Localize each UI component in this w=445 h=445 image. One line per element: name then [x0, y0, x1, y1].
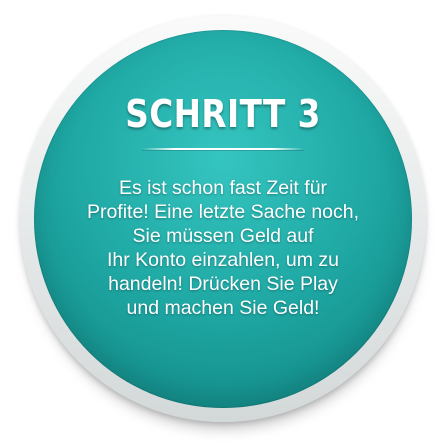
- step-badge-stage: SCHRITT 3 Es ist schon fast Zeit für Pro…: [0, 0, 445, 445]
- description-line-3: Sie müssen Geld auf: [132, 225, 314, 247]
- title-divider: [142, 148, 304, 150]
- step-description: Es ist schon fast Zeit für Profite! Eine…: [52, 176, 394, 320]
- description-line-2: Profite! Eine letzte Sache noch,: [86, 201, 360, 223]
- description-line-6: und machen Sie Geld!: [126, 297, 320, 319]
- step-title: SCHRITT 3: [125, 92, 321, 136]
- description-line-5: handeln! Drücken Sie Play: [108, 273, 338, 295]
- description-line-1: Es ist schon fast Zeit für: [118, 177, 328, 199]
- description-line-4: Ihr Konto einzahlen, um zu: [107, 249, 339, 271]
